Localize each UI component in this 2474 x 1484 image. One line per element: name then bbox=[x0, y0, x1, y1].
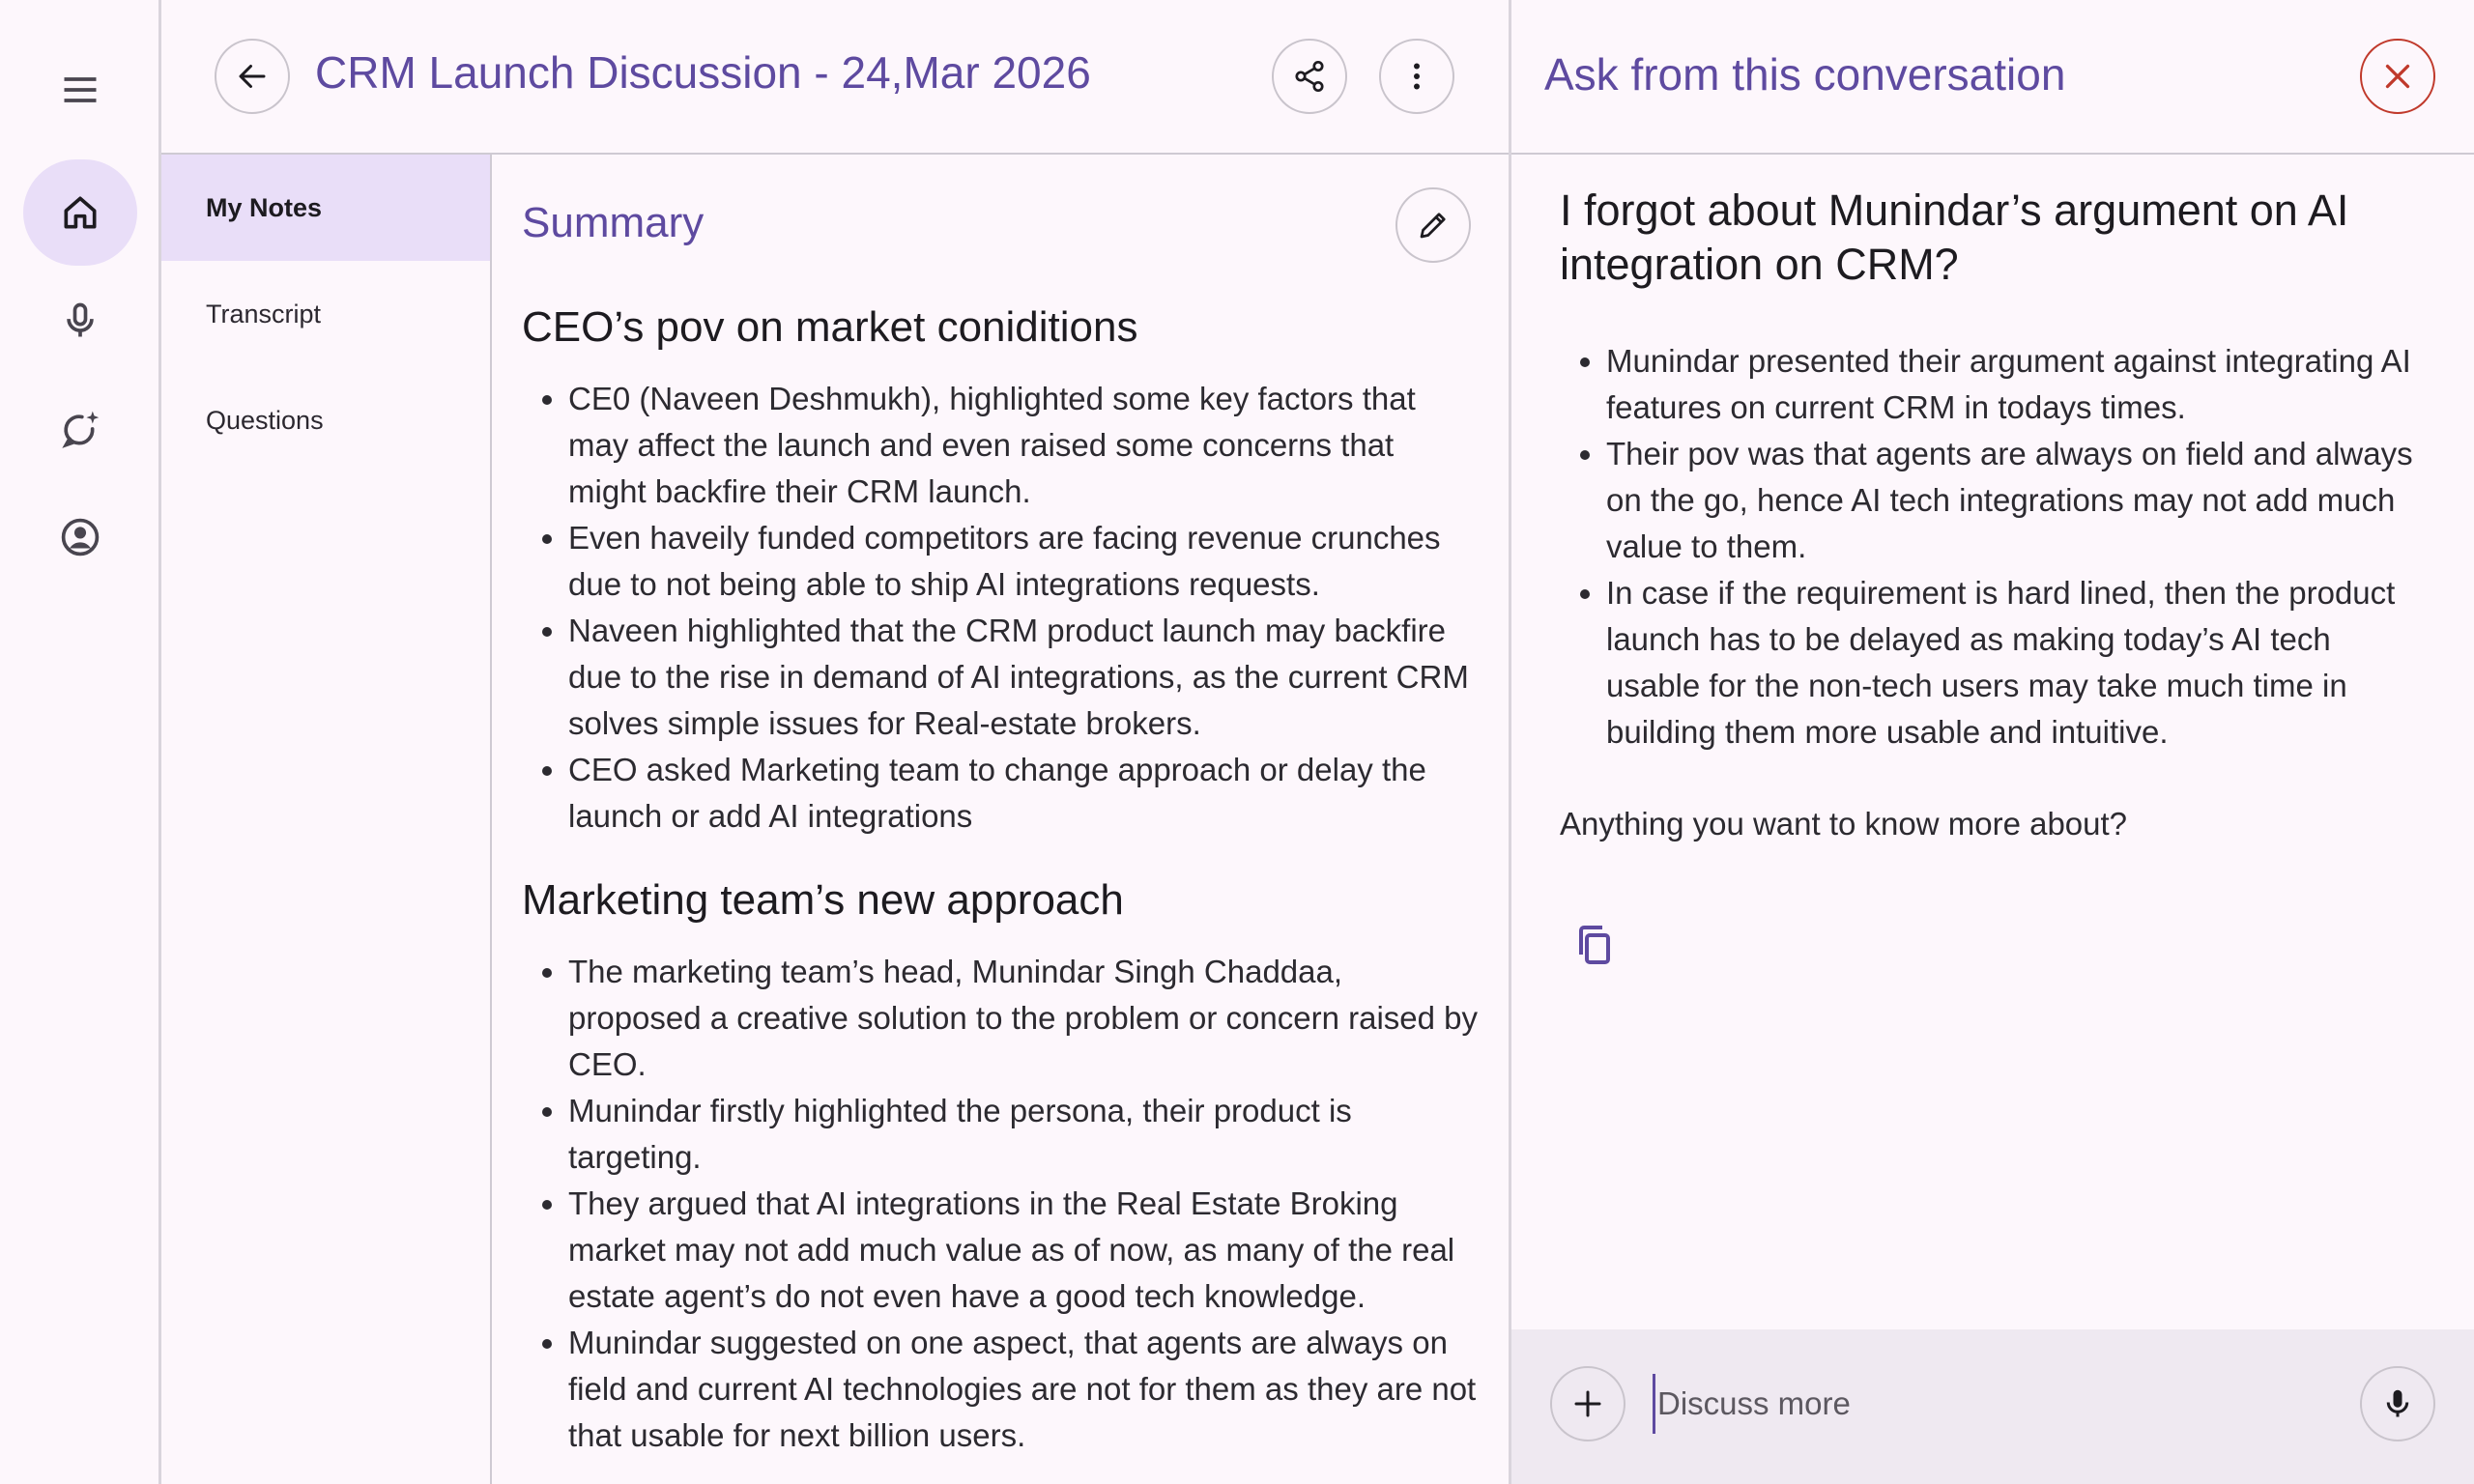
more-options-button[interactable] bbox=[1379, 39, 1454, 114]
list-item: They argued that AI integrations in the … bbox=[568, 1181, 1479, 1320]
rail-account-button[interactable] bbox=[23, 484, 137, 590]
summary-heading: Summary bbox=[522, 199, 705, 246]
list-item: In case if the requirement is hard lined… bbox=[1606, 570, 2430, 756]
bullet-list: CE0 (Naveen Deshmukh), highlighted some … bbox=[522, 376, 1479, 840]
menu-icon bbox=[64, 77, 97, 102]
page-title: CRM Launch Discussion - 24,Mar 2026 bbox=[315, 47, 1091, 98]
copy-button[interactable] bbox=[1568, 918, 1622, 972]
bullet-list: Munindar presented their argument agains… bbox=[1560, 338, 2430, 756]
tab-my-notes[interactable]: My Notes bbox=[161, 155, 490, 261]
rail-record-button[interactable] bbox=[23, 268, 137, 374]
navigation-rail bbox=[0, 0, 161, 1484]
composer-bar bbox=[1511, 1329, 2474, 1484]
list-item: Naveen highlighted that the CRM product … bbox=[568, 608, 1479, 747]
list-item: Their pov was that agents are always on … bbox=[1606, 431, 2430, 570]
user-question: I forgot about Munindar’s argument on AI… bbox=[1560, 186, 2349, 289]
section-heading: Marketing team’s new approach bbox=[522, 876, 1124, 925]
list-item: Munindar firstly highlighted the persona… bbox=[568, 1088, 1479, 1181]
account-icon bbox=[61, 518, 100, 556]
ask-panel-header: Ask from this conversation bbox=[1511, 0, 2474, 155]
section-heading: CEO’s pov on market coniditions bbox=[522, 303, 1138, 351]
copy-icon bbox=[1579, 926, 1610, 964]
home-icon bbox=[64, 196, 97, 229]
edit-summary-button[interactable] bbox=[1395, 187, 1471, 263]
mic-icon bbox=[67, 302, 94, 337]
notes-body: CEO’s pov on market coniditions CE0 (Nav… bbox=[522, 300, 1479, 1484]
add-attachment-button[interactable] bbox=[1550, 1366, 1625, 1441]
tab-transcript[interactable]: Transcript bbox=[161, 261, 490, 367]
conversation-header: CRM Launch Discussion - 24,Mar 2026 bbox=[161, 0, 1509, 155]
plus-icon bbox=[1574, 1390, 1601, 1417]
more-vertical-icon bbox=[1414, 63, 1420, 90]
ask-panel-title: Ask from this conversation bbox=[1544, 49, 2066, 100]
notes-tab-list: My Notes Transcript Questions bbox=[161, 155, 492, 1484]
rail-home-button[interactable] bbox=[23, 159, 137, 266]
list-item: CEO asked Marketing team to change appro… bbox=[568, 747, 1479, 840]
back-button[interactable] bbox=[215, 39, 290, 114]
bullet-list: The marketing team’s head, Munindar Sing… bbox=[522, 949, 1479, 1459]
pencil-icon bbox=[1420, 213, 1446, 239]
discuss-input[interactable] bbox=[1653, 1374, 2336, 1434]
list-item: Even haveily funded competitors are faci… bbox=[568, 515, 1479, 608]
share-icon bbox=[1295, 60, 1324, 93]
rail-ask-button[interactable] bbox=[23, 376, 137, 482]
list-item: CE0 (Naveen Deshmukh), highlighted some … bbox=[568, 376, 1479, 515]
list-item: Munindar presented their argument agains… bbox=[1606, 338, 2430, 431]
tab-questions[interactable]: Questions bbox=[161, 367, 490, 473]
chat-sparkle-icon bbox=[62, 411, 100, 448]
ask-panel: Ask from this conversation I forgot abou… bbox=[1509, 0, 2474, 1484]
mic-icon bbox=[2386, 1389, 2409, 1417]
list-item: The marketing team’s head, Munindar Sing… bbox=[568, 949, 1479, 1088]
notes-panel: Summary CEO’s pov on market coniditions … bbox=[492, 155, 1509, 1484]
close-icon bbox=[2385, 64, 2410, 89]
voice-input-button[interactable] bbox=[2360, 1366, 2435, 1441]
share-button[interactable] bbox=[1272, 39, 1347, 114]
arrow-left-icon bbox=[239, 65, 266, 88]
assistant-answer: Munindar presented their argument agains… bbox=[1560, 338, 2430, 756]
followup-prompt: Anything you want to know more about? bbox=[1560, 806, 2128, 842]
menu-button[interactable] bbox=[23, 37, 137, 143]
list-item: Munindar suggested on one aspect, that a… bbox=[568, 1320, 1479, 1459]
close-button[interactable] bbox=[2360, 39, 2435, 114]
